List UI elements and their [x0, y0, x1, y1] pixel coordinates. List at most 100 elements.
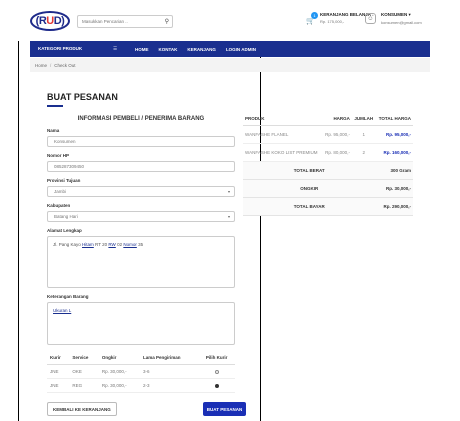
product-header-row: PRODUK HARGA JUMLAH TOTAL HARGA [243, 112, 413, 126]
hp-label: Nomor HP [47, 153, 70, 158]
kabupaten-label: Kabupaten [47, 203, 71, 208]
main-nav: KATEGORI PRODUK ☰ HOME KONTAK KERANJANG … [30, 41, 430, 57]
alamat-word-1: Hitam [82, 242, 94, 247]
back-to-cart-button[interactable]: KEMBALI KE KERANJANG [47, 402, 117, 416]
breadcrumb: Home / Check Out [30, 58, 430, 72]
chevron-down-icon: ▾ [227, 214, 230, 219]
form-actions: KEMBALI KE KERANJANG BUAT PESANAN [47, 402, 246, 416]
nav-keranjang[interactable]: KERANJANG [187, 47, 216, 52]
provinsi-label: Provinsi Tujuan [47, 178, 81, 183]
total-bayar-value: Rp. 290,000,- [375, 197, 413, 216]
product-price: Rp. 95,000,- [322, 125, 352, 144]
order-summary: PRODUK HARGA JUMLAH TOTAL HARGA WANFASHE… [243, 112, 413, 216]
product-name: WANFASHE KOKO LIST PREMIUM [243, 143, 323, 162]
category-menu[interactable]: KATEGORI PRODUK ☰ [30, 46, 125, 52]
cart-summary[interactable]: 🛒 1 KERANJANG BELANJA : Rp. 175,000,- [306, 12, 374, 27]
keterangan-textarea[interactable]: Ukuran L [47, 302, 235, 345]
col-jumlah: JUMLAH [351, 112, 376, 126]
cell-ongkir: Rp. 30,000,- [98, 364, 140, 379]
product-price: Rp. 80,000,- [322, 143, 352, 162]
logo-text-mid: U [46, 15, 54, 27]
product-total: Rp. 95,000,- [375, 125, 413, 144]
breadcrumb-separator: / [50, 62, 52, 68]
kabupaten-select[interactable]: Batang Hari ▾ [47, 211, 235, 222]
cart-badge: 1 [311, 12, 318, 19]
col-total-harga: TOTAL HARGA [375, 112, 413, 126]
logo-text-right: D) [53, 15, 65, 27]
user-name[interactable]: KONSUMEN ▾ [381, 12, 422, 18]
table-row: WANFASHE KOKO LIST PREMIUM Rp. 80,000,- … [243, 143, 413, 162]
product-name: WANFASHE FLANEL [243, 125, 323, 144]
top-header: (RUD) ⚲ 🛒 1 KERANJANG BELANJA : Rp. 175,… [0, 0, 460, 41]
product-total: Rp. 160,000,- [375, 143, 413, 162]
cell-kurir: JNE [47, 364, 70, 379]
cell-lama: 3-6 [139, 364, 199, 379]
total-berat-label: TOTAL BERAT [243, 161, 376, 180]
hp-value: 085287309450 [54, 164, 85, 169]
col-kurir: Kurir [47, 351, 70, 365]
user-menu[interactable]: ☺ KONSUMEN ▾ konsumen@gmail.com [365, 12, 422, 25]
app-window: (RUD) ⚲ 🛒 1 KERANJANG BELANJA : Rp. 175,… [0, 0, 460, 421]
nama-value: Konsumen [54, 139, 76, 144]
product-table: PRODUK HARGA JUMLAH TOTAL HARGA WANFASHE… [243, 112, 413, 216]
alamat-word-3: Nomor [123, 242, 137, 247]
alamat-textarea[interactable]: Jl. Pang Kayo Hitam RT 20 RW 02 Nomor 35 [47, 236, 235, 288]
page-title: BUAT PESANAN [47, 92, 118, 102]
col-service: Service [69, 351, 99, 365]
search-icon[interactable]: ⚲ [165, 18, 169, 25]
category-label: KATEGORI PRODUK [38, 46, 83, 51]
alamat-prefix: Jl. Pang Kayo [53, 242, 83, 247]
cell-service: OKE [69, 364, 99, 379]
chevron-down-icon: ▾ [227, 189, 230, 194]
table-row: JNE REG Rp. 30,000,- 2-3 [47, 378, 235, 393]
courier-radio-reg[interactable] [214, 383, 219, 388]
nav-kontak[interactable]: KONTAK [159, 47, 178, 52]
total-berat-value: 300 Gram [375, 161, 413, 180]
search-box: ⚲ [77, 15, 173, 28]
courier-table: Kurir Service Ongkir Lama Pengiriman Pil… [47, 351, 235, 393]
logo-text-left: (R [35, 15, 47, 27]
site-logo[interactable]: (R U D) [30, 11, 70, 31]
alamat-suffix: 35 [136, 242, 144, 247]
title-underline [47, 105, 63, 107]
nama-label: Nama [47, 128, 60, 133]
hp-field[interactable]: 085287309450 [47, 161, 235, 172]
menu-icon[interactable]: ☰ [113, 46, 117, 52]
nama-field[interactable]: Konsumen [47, 136, 235, 147]
table-row: JNE OKE Rp. 30,000,- 3-6 [47, 364, 235, 379]
courier-header-row: Kurir Service Ongkir Lama Pengiriman Pil… [47, 351, 235, 365]
cell-lama: 2-3 [139, 378, 199, 393]
search-input[interactable] [82, 19, 162, 24]
form-section-title: INFORMASI PEMBELI / PENERIMA BARANG [77, 116, 205, 122]
user-icon: ☺ [365, 13, 376, 24]
cell-service: REG [69, 378, 99, 393]
col-lama: Lama Pengiriman [139, 351, 199, 365]
breadcrumb-home[interactable]: Home [35, 63, 47, 68]
nav-home[interactable]: HOME [135, 47, 149, 52]
alamat-mid: RT 20 [93, 242, 109, 247]
table-row: WANFASHE FLANEL Rp. 95,000,- 1 Rp. 95,00… [243, 125, 413, 144]
cart-icon[interactable]: 🛒 1 [306, 12, 318, 27]
alamat-word-2: RW [108, 242, 116, 247]
summary-row: TOTAL BERAT 300 Gram [243, 161, 413, 180]
kabupaten-value: Batang Hari [54, 214, 78, 219]
ongkir-label: ONGKIR [243, 179, 376, 198]
col-pilih: Pilih Kurir [198, 351, 235, 365]
total-bayar-label: TOTAL BAYAR [243, 197, 376, 216]
cell-ongkir: Rp. 30,000,- [98, 378, 140, 393]
nav-login-admin[interactable]: LOGIN ADMIN [226, 47, 256, 52]
product-qty: 1 [351, 125, 376, 144]
create-order-button[interactable]: BUAT PESANAN [203, 402, 246, 416]
product-qty: 2 [351, 143, 376, 162]
col-harga: HARGA [322, 112, 352, 126]
courier-radio-oke[interactable] [214, 369, 219, 374]
provinsi-select[interactable]: Jambi ▾ [47, 186, 235, 197]
summary-row: TOTAL BAYAR Rp. 290,000,- [243, 197, 413, 216]
col-ongkir: Ongkir [98, 351, 140, 365]
keterangan-label: Keterangan Barang [47, 294, 89, 299]
summary-row: ONGKIR Rp. 30,000,- [243, 179, 413, 198]
breadcrumb-current: Check Out [54, 62, 76, 68]
user-email: konsumen@gmail.com [381, 20, 422, 25]
cell-kurir: JNE [47, 378, 70, 393]
keterangan-value: Ukuran L [53, 308, 72, 313]
